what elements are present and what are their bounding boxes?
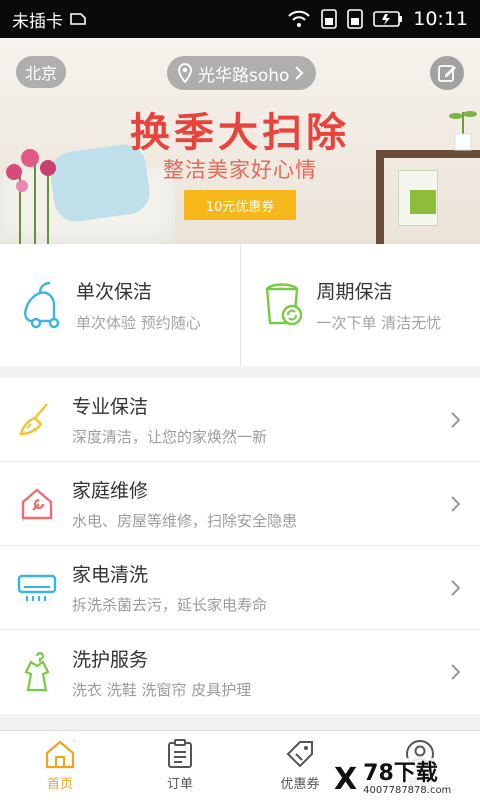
location-pin-icon xyxy=(178,63,192,83)
chevron-right-icon xyxy=(451,411,461,428)
card-desc: 单次体验 预约随心 xyxy=(76,314,201,332)
item-title: 家电清洗 xyxy=(72,564,149,586)
card-desc: 一次下单 清洁无忧 xyxy=(316,314,442,332)
air-conditioner-icon xyxy=(17,574,57,601)
chevron-right-icon xyxy=(451,495,461,512)
book-cover-illustration xyxy=(410,190,436,214)
item-title: 洗护服务 xyxy=(72,648,149,671)
card-title: 单次保洁 xyxy=(76,281,153,303)
chevron-right-icon xyxy=(451,579,461,596)
battery-icon xyxy=(373,11,403,27)
list-item-professional-cleaning[interactable]: 专业保洁 深度清洁，让您的家焕然一新 xyxy=(0,378,480,462)
promo-banner[interactable]: 北京 光华路soho 换季大扫除 整洁美家好心情 10元优惠券 xyxy=(0,38,480,244)
service-list: 专业保洁 深度清洁，让您的家焕然一新 家庭维修 水电、房屋等维修，扫除安全隐患 xyxy=(0,378,480,714)
sim-slot-1-icon xyxy=(321,9,338,29)
cycle-bucket-icon xyxy=(265,283,302,326)
city-selector-button[interactable]: 北京 xyxy=(16,56,66,88)
home-icon xyxy=(45,740,75,769)
watermark-site: 4007787878.com xyxy=(363,784,452,796)
chevron-right-icon xyxy=(295,66,304,80)
vacuum-icon xyxy=(24,281,60,329)
coupon-tag-icon xyxy=(286,741,313,768)
clock: 10:11 xyxy=(413,8,468,30)
card-periodic-cleaning[interactable]: 周期保洁 一次下单 清洁无忧 xyxy=(239,244,480,366)
card-title: 周期保洁 xyxy=(316,281,393,303)
watermark-text: 78下载 xyxy=(363,760,438,786)
list-item-home-repair[interactable]: 家庭维修 水电、房屋等维修，扫除安全隐患 xyxy=(0,462,480,546)
item-desc: 深度清洁，让您的家焕然一新 xyxy=(72,428,268,446)
location-selector-button[interactable]: 光华路soho xyxy=(167,56,317,90)
edit-button[interactable] xyxy=(430,56,464,90)
broom-icon xyxy=(19,402,48,435)
carrier-label: 未插卡 xyxy=(12,11,63,32)
sim-slot-2-icon xyxy=(347,9,364,29)
item-desc: 拆洗杀菌去污，延长家电寿命 xyxy=(72,596,268,614)
card-single-cleaning[interactable]: 单次保洁 单次体验 预约随心 xyxy=(0,244,240,366)
tab-label: 首页 xyxy=(46,777,73,792)
item-desc: 水电、房屋等维修，扫除安全隐患 xyxy=(72,512,298,530)
tab-orders[interactable]: 订单 xyxy=(120,731,240,800)
list-item-appliance-cleaning[interactable]: 家电清洗 拆洗杀菌去污，延长家电寿命 xyxy=(0,546,480,630)
location-label: 光华路soho xyxy=(198,65,290,86)
tab-label: 优惠券 xyxy=(280,777,320,792)
site-watermark: X 78下载 4007787878.com xyxy=(330,758,480,800)
coupon-ribbon[interactable]: 10元优惠券 xyxy=(174,190,306,222)
watermark-logo: X xyxy=(334,761,358,797)
tab-home[interactable]: 首页 xyxy=(0,731,120,800)
tab-label: 订单 xyxy=(166,777,193,792)
chevron-right-icon xyxy=(451,664,461,680)
edit-pen-icon xyxy=(438,65,456,82)
wifi-icon xyxy=(288,10,310,27)
item-desc: 洗衣 洗鞋 洗窗帘 皮具护理 xyxy=(72,680,252,699)
cleaning-type-cards: 单次保洁 单次体验 预约随心 周期保洁 一次下单 清洁无忧 xyxy=(0,244,480,366)
list-item-laundry-service[interactable]: 洗护服务 洗衣 洗鞋 洗窗帘 皮具护理 xyxy=(0,630,480,714)
sim-icon xyxy=(70,13,86,25)
house-wrench-icon xyxy=(21,487,53,519)
order-list-icon xyxy=(168,739,192,768)
promo-subtitle: 整洁美家好心情 xyxy=(163,158,317,182)
hanger-dress-icon xyxy=(24,652,50,692)
item-title: 专业保洁 xyxy=(72,396,149,418)
item-title: 家庭维修 xyxy=(72,480,149,502)
status-bar: 未插卡 10:11 xyxy=(0,0,480,38)
promo-title: 换季大扫除 xyxy=(130,110,350,156)
